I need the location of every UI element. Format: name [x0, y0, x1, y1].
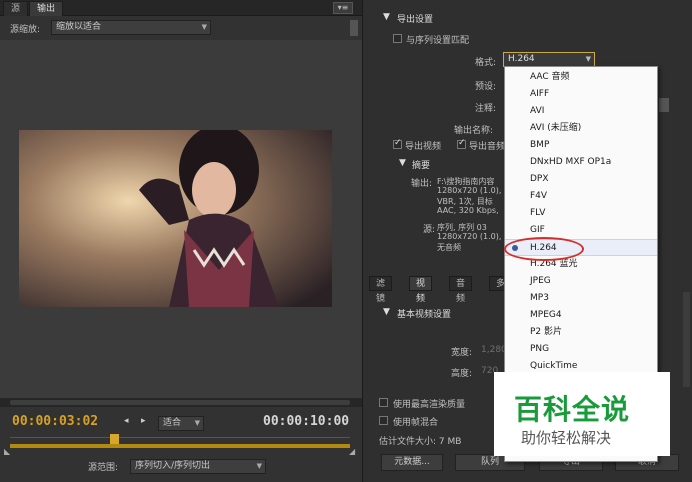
- format-option[interactable]: AVI (未压缩): [505, 120, 657, 137]
- fit-select-value: 适合: [163, 418, 182, 428]
- width-value[interactable]: 1,280: [481, 345, 507, 355]
- tab-filters[interactable]: 滤镜: [369, 276, 393, 304]
- frame-blend-checkbox[interactable]: [379, 416, 388, 425]
- timeline-range-bar[interactable]: [10, 444, 350, 448]
- export-audio-checkbox[interactable]: [457, 138, 466, 149]
- format-option[interactable]: P2 影片: [505, 324, 657, 341]
- playhead-icon[interactable]: [110, 434, 119, 444]
- range-label: 源范围:: [88, 463, 119, 473]
- comment-label: 注释:: [475, 104, 497, 114]
- panel-tabbar: 源 输出 ▾≡: [0, 0, 362, 16]
- mark-in-icon[interactable]: ◂: [124, 416, 129, 426]
- tab-source[interactable]: 源: [3, 1, 29, 16]
- fit-select[interactable]: 适合 ▼: [158, 416, 204, 431]
- mark-out-icon[interactable]: ▸: [141, 416, 146, 426]
- format-option[interactable]: MP3: [505, 290, 657, 307]
- in-point-icon[interactable]: ◣: [4, 447, 10, 456]
- panel-menu-icon[interactable]: ▾≡: [333, 2, 353, 14]
- zoom-row: 源缩放: 缩放以适合 ▼: [0, 17, 362, 39]
- source-monitor-panel: 源 输出 ▾≡ 源缩放: 缩放以适合 ▼ 00:00:03:02 ◂ ▸ 适合 …: [0, 0, 362, 482]
- range-select[interactable]: 序列切入/序列切出 ▼: [130, 459, 266, 474]
- horizontal-scrollbar[interactable]: [0, 398, 362, 407]
- output-name-label: 输出名称:: [454, 126, 494, 136]
- format-option[interactable]: JPEG: [505, 273, 657, 290]
- chevron-down-icon: ▼: [201, 23, 207, 31]
- zoom-select-value: 缩放以适合: [56, 22, 102, 32]
- export-audio-label: 导出音频: [469, 142, 506, 152]
- format-option[interactable]: GIF: [505, 222, 657, 239]
- tab-video[interactable]: 视频: [409, 276, 433, 304]
- format-option[interactable]: AVI: [505, 103, 657, 120]
- frame-blend-label: 使用帧混合: [393, 418, 439, 428]
- scrollbar-thumb[interactable]: [10, 400, 350, 405]
- format-select[interactable]: H.264 ▼: [503, 52, 595, 67]
- watermark-title: 百科全说: [514, 393, 631, 426]
- settings-scrollbar[interactable]: [683, 292, 690, 387]
- out-point-icon[interactable]: ◢: [349, 447, 355, 456]
- format-option[interactable]: MPEG4: [505, 307, 657, 324]
- format-option[interactable]: DNxHD MXF OP1a: [505, 154, 657, 171]
- export-settings-toggle-icon[interactable]: ▼: [383, 12, 390, 22]
- preview-image: [19, 130, 332, 307]
- zoom-select[interactable]: 缩放以适合 ▼: [51, 20, 211, 35]
- summary-output-line: 1280x720 (1.0),: [437, 186, 502, 195]
- format-option[interactable]: DPX: [505, 171, 657, 188]
- duration-timecode: 00:00:10:00: [263, 414, 350, 429]
- format-select-value: H.264: [508, 54, 535, 64]
- video-section-toggle-icon[interactable]: ▼: [383, 307, 390, 317]
- format-label: 格式:: [475, 58, 497, 68]
- export-video-checkbox[interactable]: [393, 138, 402, 149]
- comment-field[interactable]: [659, 98, 669, 112]
- source-range-row: 源范围: 序列切入/序列切出 ▼: [0, 458, 362, 476]
- tab-audio[interactable]: 音频: [449, 276, 473, 304]
- format-option[interactable]: F4V: [505, 188, 657, 205]
- current-timecode[interactable]: 00:00:03:02: [12, 414, 98, 429]
- summary-source-label: 源:: [423, 225, 436, 235]
- width-label: 宽度:: [451, 348, 473, 358]
- match-sequence-label: 与序列设置匹配: [406, 36, 470, 46]
- portrait-illustration: [19, 130, 332, 307]
- summary-source-line: 1280x720 (1.0),: [437, 232, 502, 241]
- match-sequence-checkbox[interactable]: [393, 34, 402, 43]
- metadata-button[interactable]: 元数据...: [381, 454, 443, 471]
- file-size-label: 估计文件大小: 7 MB: [379, 437, 462, 447]
- highlight-annotation: [504, 237, 584, 261]
- video-section-header: 基本视频设置: [397, 310, 452, 320]
- timeline-ruler: [10, 437, 350, 438]
- watermark-logo: 百科全说 助你轻松解决: [494, 372, 670, 456]
- watermark-subtitle: 助你轻松解决: [521, 429, 612, 447]
- summary-source-line: 无音频: [437, 243, 461, 252]
- summary-header: 摘要: [412, 161, 431, 171]
- max-render-checkbox[interactable]: [379, 398, 388, 407]
- chevron-down-icon: ▼: [256, 462, 262, 470]
- format-option[interactable]: PNG: [505, 341, 657, 358]
- max-render-label: 使用最高渲染质量: [393, 400, 466, 410]
- export-video-label: 导出视频: [405, 142, 442, 152]
- format-option[interactable]: AIFF: [505, 86, 657, 103]
- tab-output[interactable]: 输出: [29, 1, 64, 16]
- preset-label: 预设:: [475, 82, 497, 92]
- zoom-label: 源缩放:: [10, 25, 41, 35]
- export-settings-header: 导出设置: [397, 15, 434, 25]
- scrollbar-thumb[interactable]: [350, 20, 358, 36]
- summary-output-line: AAC, 320 Kbps,: [437, 206, 499, 215]
- format-option[interactable]: BMP: [505, 137, 657, 154]
- format-option[interactable]: AAC 音频: [505, 69, 657, 86]
- chevron-down-icon: ▼: [194, 419, 200, 427]
- summary-toggle-icon[interactable]: ▼: [399, 158, 406, 168]
- range-select-value: 序列切入/序列切出: [135, 461, 211, 471]
- format-option[interactable]: FLV: [505, 205, 657, 222]
- summary-output-label: 输出:: [411, 179, 433, 189]
- chevron-down-icon: ▼: [585, 55, 591, 63]
- height-label: 高度:: [451, 369, 473, 379]
